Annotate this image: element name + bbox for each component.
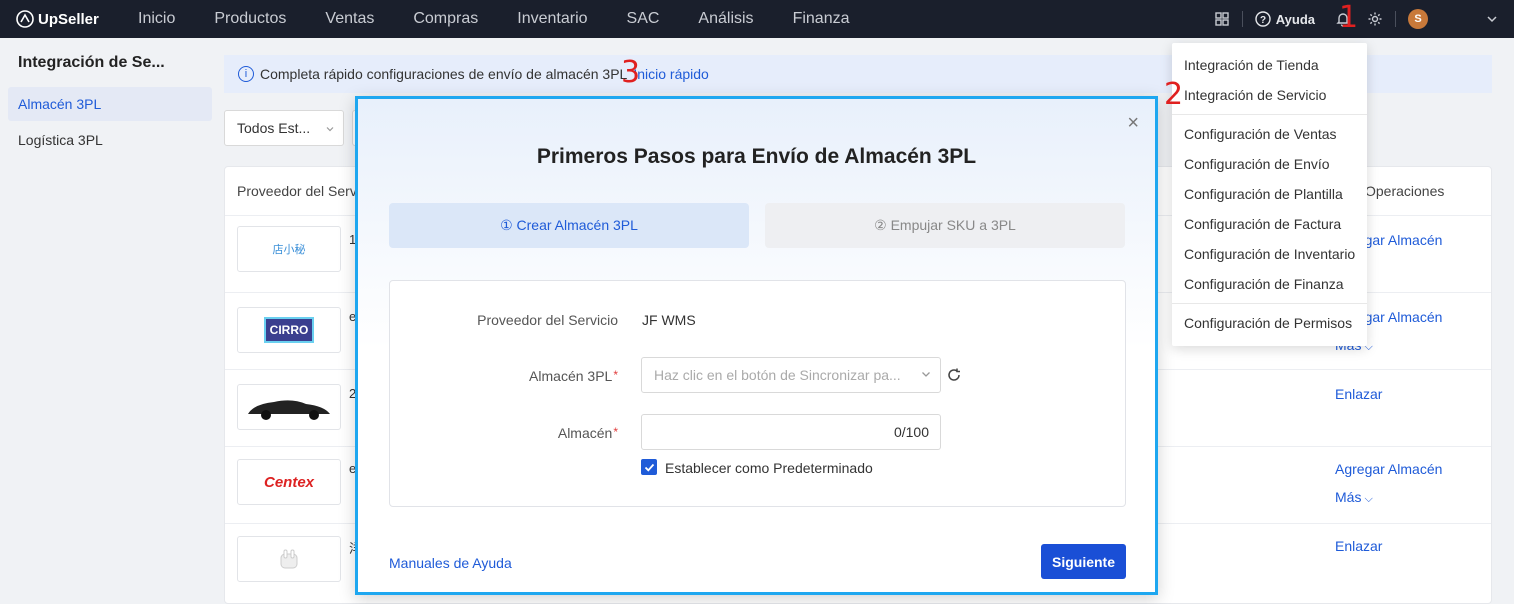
nav-sac[interactable]: SAC [627, 10, 660, 28]
menu-item-inventory-settings[interactable]: Configuración de Inventario [1184, 246, 1355, 262]
step-create-warehouse[interactable]: ① Crear Almacén 3PL [389, 203, 749, 248]
settings-menu: Integración de Tienda Integración de Ser… [1172, 43, 1367, 346]
nav-inicio[interactable]: Inicio [138, 10, 175, 28]
chevron-down-icon [326, 127, 334, 132]
more-dropdown[interactable]: Más ⌵ [1335, 489, 1373, 506]
top-nav: UpSeller Inicio Productos Ventas Compras… [0, 0, 1514, 38]
menu-item-invoice-settings[interactable]: Configuración de Factura [1184, 216, 1341, 232]
menu-item-finance-settings[interactable]: Configuración de Finanza [1184, 276, 1344, 292]
status-filter-value: Todos Est... [237, 120, 311, 136]
sidebar-item-almacen-3pl[interactable]: Almacén 3PL [8, 87, 212, 121]
provider-value: JF WMS [642, 312, 696, 328]
modal-title: Primeros Pasos para Envío de Almacén 3PL [536, 145, 977, 168]
warehouse-char-counter: 0/100 [893, 424, 929, 440]
nav-inventario[interactable]: Inventario [517, 10, 587, 28]
annotation-2: 2 [1164, 77, 1184, 112]
menu-item-sales-settings[interactable]: Configuración de Ventas [1184, 126, 1337, 142]
provider-label: Proveedor del Servicio [477, 312, 618, 328]
check-icon [644, 463, 654, 472]
chevron-down-icon[interactable] [1486, 13, 1498, 25]
sidebar: Integración de Se... Almacén 3PL Logísti… [0, 38, 212, 604]
provider-logo-text: 店小秘 [272, 244, 306, 256]
nav-productos[interactable]: Productos [214, 10, 286, 28]
car-image [248, 400, 330, 420]
menu-item-permissions-settings[interactable]: Configuración de Permisos [1184, 315, 1352, 331]
provider-logo [237, 536, 341, 582]
menu-item-service-integration[interactable]: Integración de Servicio [1184, 87, 1326, 103]
info-icon: i [238, 66, 254, 82]
warehouse-3pl-select[interactable]: Haz clic en el botón de Sincronizar pa..… [641, 357, 941, 393]
provider-logo-text: CIRRO [263, 317, 315, 343]
warehouse-form: Proveedor del Servicio JF WMS Almacén 3P… [389, 280, 1126, 507]
provider-logo [237, 384, 341, 430]
nav-finanza[interactable]: Finanza [793, 10, 850, 28]
nav-ventas[interactable]: Ventas [325, 10, 374, 28]
menu-item-store-integration[interactable]: Integración de Tienda [1184, 57, 1319, 73]
warehouse-3pl-label: Almacén 3PL* [529, 368, 618, 384]
default-checkbox[interactable] [641, 459, 657, 475]
earbuds-image [280, 549, 298, 569]
divider [1241, 11, 1243, 27]
help-label: Ayuda [1275, 11, 1315, 27]
step-push-sku[interactable]: ② Empujar SKU a 3PL [765, 203, 1125, 248]
nav-analisis[interactable]: Análisis [698, 10, 753, 28]
help-button[interactable]: ? Ayuda [1255, 11, 1315, 27]
warehouse-3pl-placeholder: Haz clic en el botón de Sincronizar pa..… [654, 367, 901, 383]
chevron-down-icon: ⌵ [1361, 493, 1373, 505]
close-icon[interactable]: × [1127, 113, 1139, 133]
quick-start-modal: × Primeros Pasos para Envío de Almacén 3… [355, 96, 1158, 595]
upseller-logo-icon [16, 10, 34, 28]
provider-logo: 店小秘 [237, 226, 341, 272]
warehouse-name-input[interactable]: 0/100 [641, 414, 941, 450]
annotation-3: 3 [621, 55, 641, 90]
nav-compras[interactable]: Compras [413, 10, 478, 28]
menu-item-shipping-settings[interactable]: Configuración de Envío [1184, 156, 1330, 172]
sidebar-title: Integración de Se... [18, 54, 165, 71]
link-button[interactable]: Enlazar [1335, 538, 1382, 554]
chevron-down-icon [922, 372, 930, 377]
divider [1395, 11, 1396, 27]
menu-item-template-settings[interactable]: Configuración de Plantilla [1184, 186, 1343, 202]
warehouse-label-text: Almacén [557, 425, 613, 441]
apps-grid-icon[interactable] [1214, 11, 1230, 27]
provider-logo: Centex [237, 459, 341, 505]
default-checkbox-label: Establecer como Predeterminado [665, 460, 873, 476]
provider-logo-text: Centex [263, 473, 315, 491]
avatar[interactable]: S [1408, 9, 1428, 29]
provider-logo: CIRRO [237, 307, 341, 353]
refresh-icon[interactable] [946, 367, 962, 383]
add-warehouse-link[interactable]: Agregar Almacén [1335, 461, 1442, 477]
menu-divider [1172, 114, 1367, 115]
menu-divider [1172, 303, 1367, 304]
quick-start-link[interactable]: Inicio rápido [633, 66, 709, 82]
help-icon: ? [1255, 11, 1271, 27]
annotation-1: 1 [1339, 0, 1359, 35]
gear-icon[interactable] [1367, 11, 1383, 27]
warehouse-label: Almacén* [557, 425, 618, 441]
column-header-actions: Operaciones [1365, 183, 1445, 199]
warehouse-3pl-label-text: Almacén 3PL [529, 368, 613, 384]
next-button[interactable]: Siguiente [1041, 544, 1126, 579]
app-logo[interactable]: UpSeller [16, 10, 116, 28]
help-manuals-link[interactable]: Manuales de Ayuda [389, 555, 512, 571]
app-name: UpSeller [38, 10, 99, 28]
link-button[interactable]: Enlazar [1335, 386, 1382, 402]
sidebar-item-logistica-3pl[interactable]: Logística 3PL [8, 123, 212, 157]
banner-text: Completa rápido configuraciones de envío… [260, 66, 628, 82]
svg-text:?: ? [1260, 15, 1266, 26]
status-filter-select[interactable]: Todos Est... [224, 110, 344, 146]
